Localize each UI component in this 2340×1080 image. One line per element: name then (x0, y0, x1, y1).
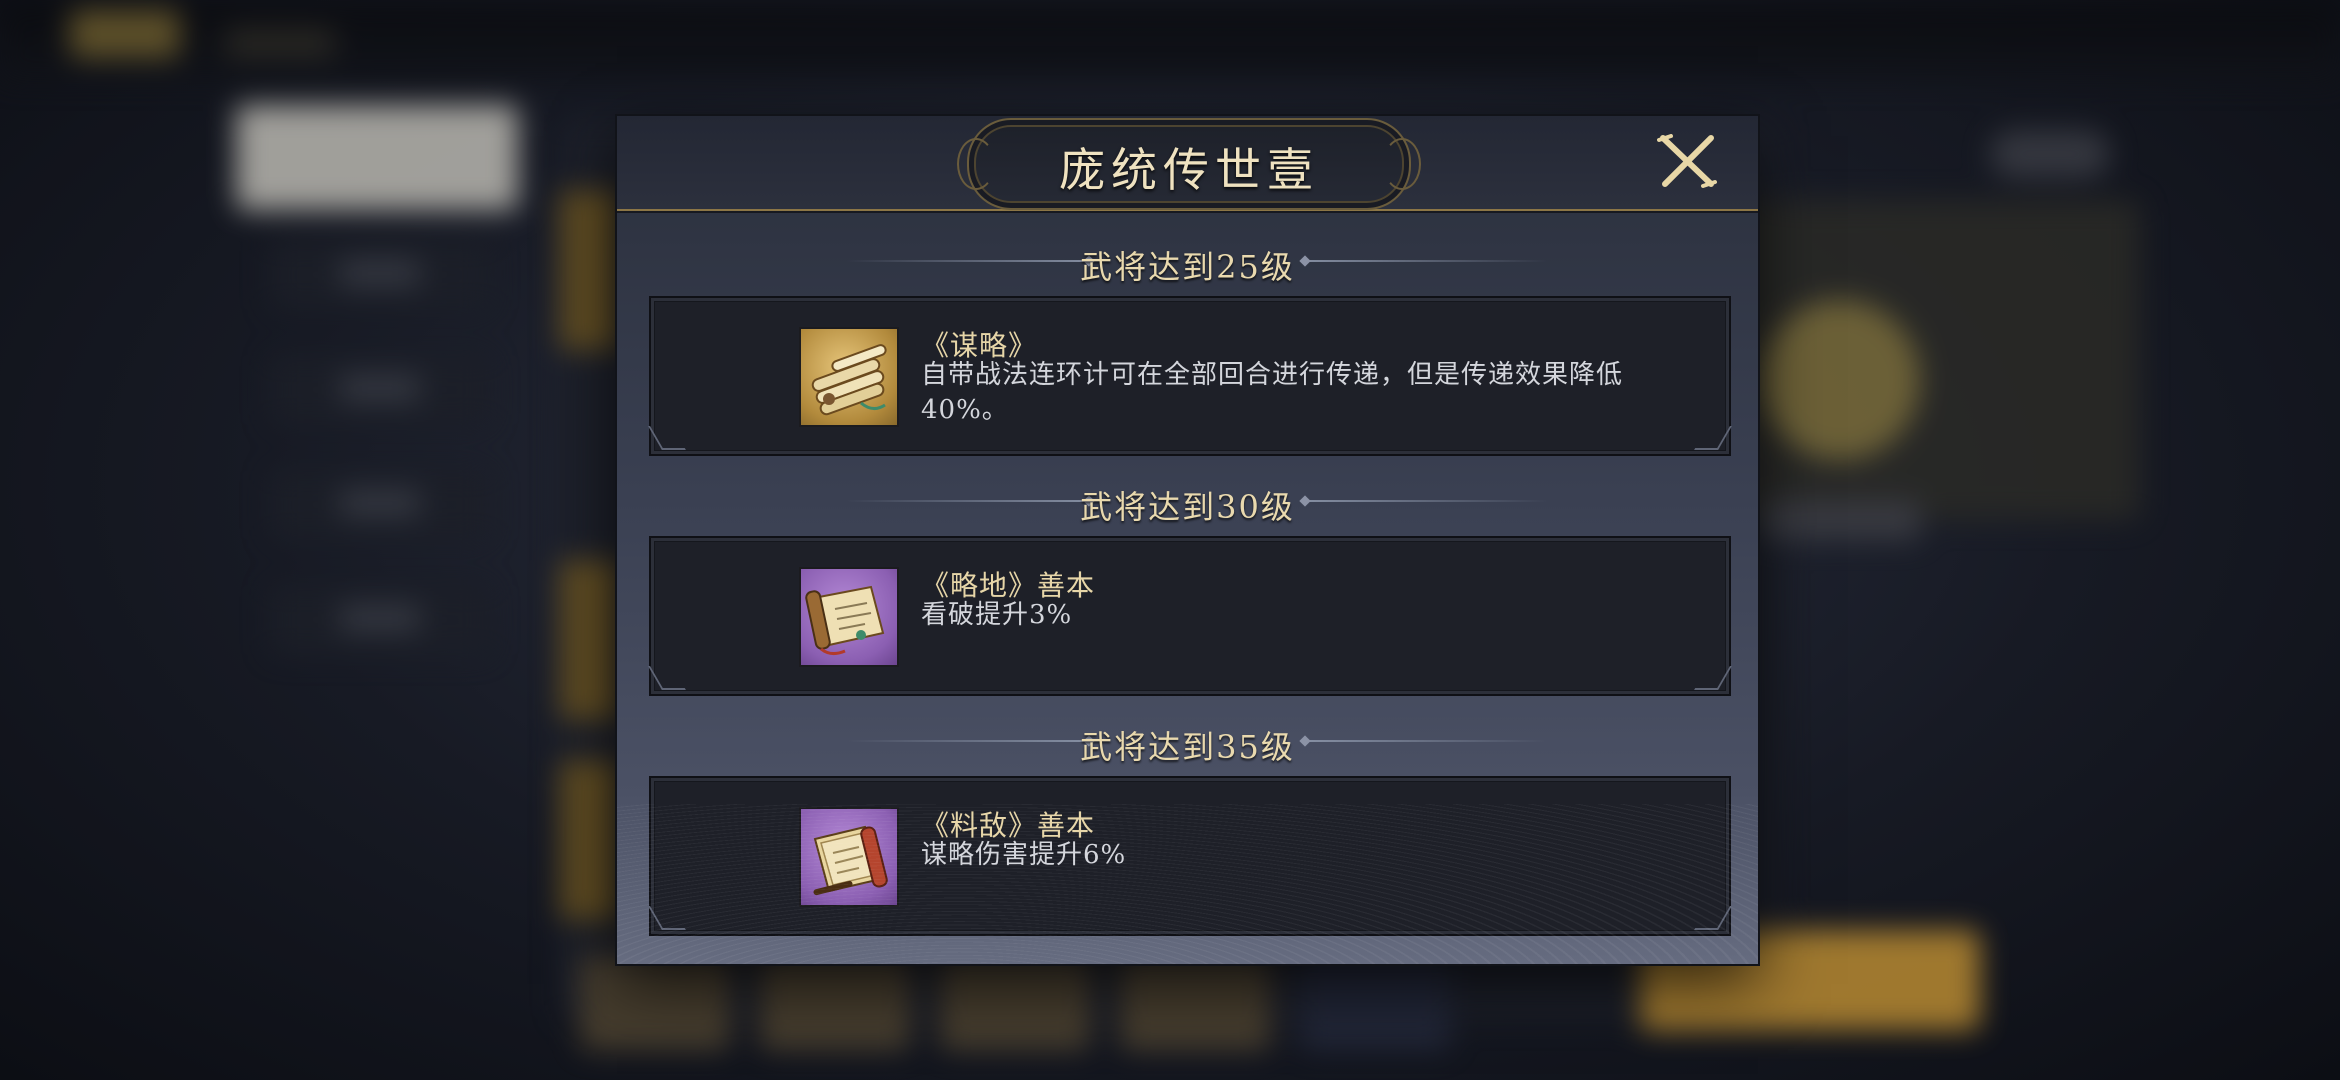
bg-left-tab-active (236, 105, 518, 210)
title-plate: 庞统传世壹 (957, 118, 1421, 210)
game-screen: 庞统传世壹 武将达到25级 《谋略》 自带战法连环计可在全部回合进行传递，但是传… (0, 0, 2340, 1080)
open-scroll-icon[interactable] (799, 567, 899, 667)
tier-header: 武将达到25级 (617, 236, 1758, 286)
item-description: 看破提升3% (921, 600, 1073, 630)
bg-right-line (1760, 500, 1920, 540)
modal-title: 庞统传世壹 (1059, 143, 1319, 197)
bamboo-scroll-bundle-icon[interactable] (799, 327, 899, 427)
bg-left-tab (270, 355, 490, 425)
reward-card: 《略地》善本 看破提升3% (649, 536, 1731, 696)
tier-header: 武将达到35级 (617, 716, 1758, 766)
tier-requirement: 武将达到35级 (1080, 728, 1295, 766)
tier-requirement: 武将达到25级 (1080, 248, 1295, 286)
tier-requirement: 武将达到30级 (1080, 488, 1295, 526)
divider-line (1299, 255, 1547, 267)
bg-card (560, 560, 620, 720)
bg-card (560, 190, 620, 350)
bg-top-label (225, 28, 335, 58)
item-description: 自带战法连环计可在全部回合进行传递，但是传递效果降低40%。 (921, 360, 1624, 425)
modal-header: 庞统传世壹 (617, 116, 1758, 211)
bg-right-orb (1760, 300, 1920, 460)
close-x-icon (1657, 134, 1717, 188)
bg-top-bar (0, 0, 2340, 80)
bg-bottom-slot (1300, 955, 1450, 1050)
bg-card (560, 760, 620, 920)
bg-bottom-slot (1120, 955, 1270, 1050)
reward-card: 《料敌》善本 谋略伤害提升6% (649, 776, 1731, 936)
bg-left-tab (270, 470, 490, 540)
bg-left-tab (270, 240, 490, 310)
item-description: 谋略伤害提升6% (921, 840, 1127, 870)
reward-card: 《谋略》 自带战法连环计可在全部回合进行传递，但是传递效果降低40%。 (649, 296, 1731, 456)
bg-bottom-slot (580, 955, 730, 1050)
bg-right-chip (1990, 130, 2110, 178)
close-button[interactable] (1657, 134, 1717, 190)
heirloom-modal: 庞统传世壹 武将达到25级 《谋略》 自带战法连环计可在全部回合进行传递，但是传… (617, 116, 1758, 964)
bg-bottom-slot (940, 955, 1090, 1050)
bg-bottom-slot (760, 955, 910, 1050)
book-scroll-icon[interactable] (799, 807, 899, 907)
bg-left-tab (270, 585, 490, 655)
divider-line (1299, 495, 1547, 507)
divider-line (1299, 735, 1547, 747)
tier-header: 武将达到30级 (617, 476, 1758, 526)
bg-logo (70, 10, 180, 58)
